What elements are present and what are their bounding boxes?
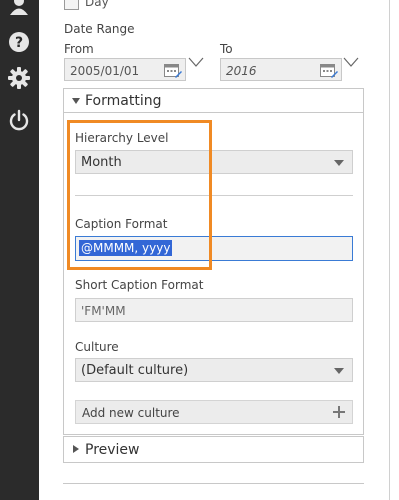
chevron-down-icon xyxy=(334,160,344,166)
gear-icon[interactable] xyxy=(8,67,30,89)
culture-label: Culture xyxy=(75,340,119,354)
user-icon[interactable] xyxy=(8,0,30,17)
bottom-divider xyxy=(63,483,364,484)
collapse-triangle-icon xyxy=(73,445,79,453)
from-dropdown-icon[interactable] xyxy=(188,57,204,67)
add-culture-button[interactable]: Add new culture xyxy=(75,400,353,424)
day-checkbox-row[interactable]: Day xyxy=(64,0,109,10)
svg-text:?: ? xyxy=(15,35,23,51)
calendar-icon[interactable] xyxy=(320,62,338,78)
preview-header[interactable]: Preview xyxy=(63,436,364,463)
chevron-down-icon xyxy=(334,368,344,374)
short-caption-format-value: 'FM'MM xyxy=(81,304,126,318)
from-date-field[interactable]: 2005/01/01 xyxy=(64,58,186,81)
plus-icon xyxy=(333,406,345,418)
to-date-field[interactable]: 2016 xyxy=(220,58,342,81)
day-label: Day xyxy=(85,0,109,9)
day-checkbox[interactable] xyxy=(64,0,79,10)
power-icon[interactable] xyxy=(8,109,30,131)
short-caption-format-input[interactable]: 'FM'MM xyxy=(75,298,353,322)
add-culture-label: Add new culture xyxy=(82,406,180,420)
to-date-value: 2016 xyxy=(226,64,257,78)
scroll-edge xyxy=(390,0,399,500)
from-date-value: 2005/01/01 xyxy=(70,64,140,78)
expand-triangle-icon xyxy=(72,98,80,104)
highlight-annotation xyxy=(67,120,212,270)
formatting-title: Formatting xyxy=(85,93,162,109)
culture-select[interactable]: (Default culture) xyxy=(75,358,353,382)
short-caption-format-label: Short Caption Format xyxy=(75,278,204,292)
to-label: To xyxy=(220,42,233,56)
calendar-icon[interactable] xyxy=(164,62,182,78)
to-dropdown-icon[interactable] xyxy=(343,57,359,67)
culture-value: (Default culture) xyxy=(81,363,189,378)
from-label: From xyxy=(64,42,94,56)
formatting-header[interactable]: Formatting xyxy=(64,89,363,113)
date-range-label: Date Range xyxy=(64,22,135,36)
preview-title: Preview xyxy=(85,442,140,458)
left-sidebar: ? xyxy=(0,0,39,500)
help-icon[interactable]: ? xyxy=(8,31,30,53)
